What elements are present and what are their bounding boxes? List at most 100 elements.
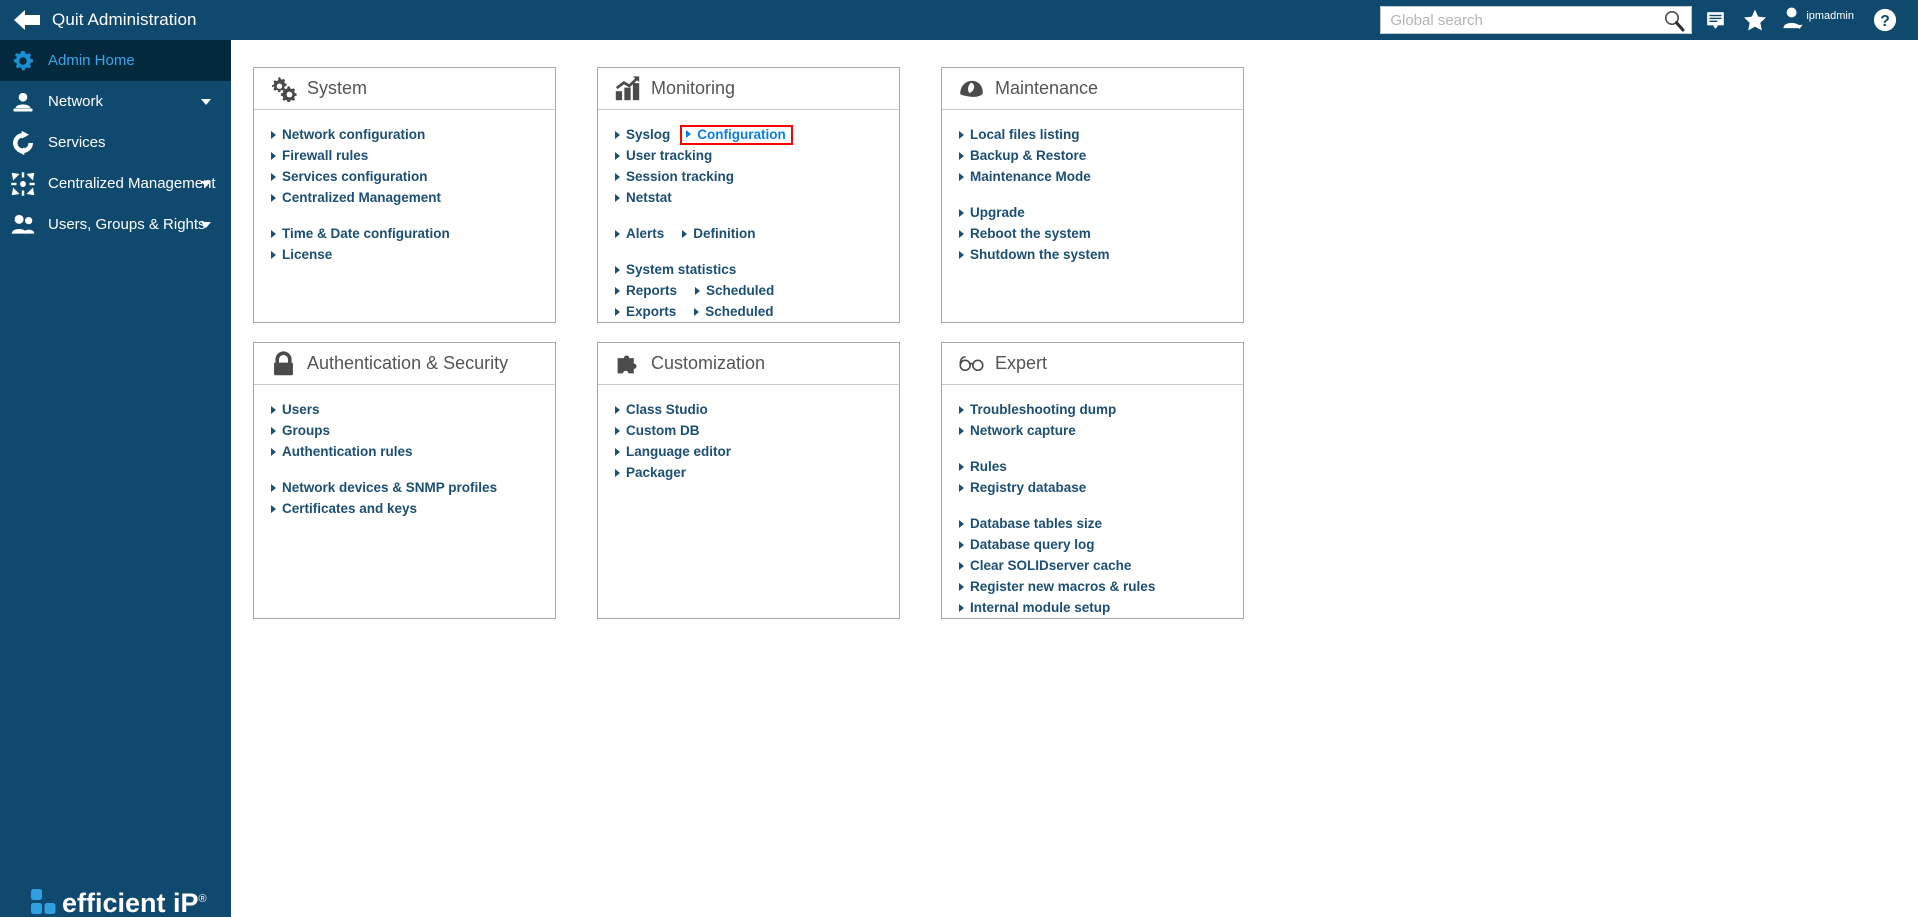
sidebar-item-centralized-management[interactable]: Centralized Management [0, 163, 231, 204]
link-exports-scheduled[interactable]: Scheduled [694, 304, 773, 319]
link-system-statistics[interactable]: System statistics [615, 262, 736, 277]
card-link-row: Groups [271, 420, 555, 441]
link-registry-database[interactable]: Registry database [959, 480, 1086, 495]
back-arrow-icon[interactable] [14, 9, 40, 31]
link-troubleshooting-dump[interactable]: Troubleshooting dump [959, 402, 1116, 417]
link-database-tables-size[interactable]: Database tables size [959, 516, 1102, 531]
sidebar-item-services[interactable]: Services [0, 122, 231, 163]
link-class-studio[interactable]: Class Studio [615, 402, 708, 417]
link-label: Class Studio [626, 402, 708, 417]
search-icon[interactable] [1663, 10, 1685, 32]
link-services-configuration[interactable]: Services configuration [271, 169, 428, 184]
arrow-right-icon [615, 427, 620, 435]
link-exports[interactable]: Exports [615, 304, 676, 319]
card-title: Expert [995, 353, 1047, 374]
link-authentication-rules[interactable]: Authentication rules [271, 444, 413, 459]
sidebar-item-users-groups-rights[interactable]: Users, Groups & Rights [0, 204, 231, 245]
link-shutdown-the-system[interactable]: Shutdown the system [959, 247, 1110, 262]
link-groups[interactable]: Groups [271, 423, 330, 438]
global-search-box[interactable] [1380, 6, 1692, 34]
card-link-row: Shutdown the system [959, 244, 1243, 265]
arrow-right-icon [271, 427, 276, 435]
arrow-right-icon [959, 173, 964, 181]
card-link-row: Users [271, 399, 555, 420]
link-centralized-management[interactable]: Centralized Management [271, 190, 441, 205]
notes-icon[interactable] [1698, 0, 1732, 40]
sidebar-item-admin-home[interactable]: Admin Home [0, 40, 231, 81]
link-license[interactable]: License [271, 247, 332, 262]
card-link-row: Language editor [615, 441, 899, 462]
link-session-tracking[interactable]: Session tracking [615, 169, 734, 184]
arrow-right-icon [959, 230, 964, 238]
link-users[interactable]: Users [271, 402, 320, 417]
sidebar-item-network[interactable]: Network [0, 81, 231, 122]
arrow-right-icon [694, 308, 699, 316]
link-backup-restore[interactable]: Backup & Restore [959, 148, 1086, 163]
card-link-row: Syslog Configuration [615, 124, 899, 145]
link-reports-scheduled[interactable]: Scheduled [695, 283, 774, 298]
arrow-right-icon [682, 230, 687, 238]
link-certificates-and-keys[interactable]: Certificates and keys [271, 501, 417, 516]
card-link-row: Centralized Management [271, 187, 555, 208]
link-upgrade[interactable]: Upgrade [959, 205, 1025, 220]
chevron-down-icon[interactable] [201, 99, 211, 105]
link-label: Database query log [970, 537, 1095, 552]
card-header: Authentication & Security [254, 343, 555, 385]
user-menu[interactable]: ipmadmin [1782, 0, 1854, 40]
card-link-row: Database tables size [959, 513, 1243, 534]
link-label: Certificates and keys [282, 501, 417, 516]
cards-row-1: System Network configuration Firewall ru… [253, 67, 1285, 323]
link-internal-module-setup[interactable]: Internal module setup [959, 600, 1110, 615]
link-label: Upgrade [970, 205, 1025, 220]
link-clear-solidserver-cache[interactable]: Clear SOLIDserver cache [959, 558, 1131, 573]
link-network-configuration[interactable]: Network configuration [271, 127, 425, 142]
favorites-star-icon[interactable] [1738, 0, 1772, 40]
link-language-editor[interactable]: Language editor [615, 444, 731, 459]
chevron-down-icon[interactable] [201, 222, 211, 228]
link-firewall-rules[interactable]: Firewall rules [271, 148, 368, 163]
link-local-files-listing[interactable]: Local files listing [959, 127, 1080, 142]
card-link-row: Alerts Definition [615, 223, 899, 244]
link-maintenance-mode[interactable]: Maintenance Mode [959, 169, 1091, 184]
chevron-down-icon[interactable] [201, 181, 211, 187]
link-label: Database tables size [970, 516, 1102, 531]
services-refresh-icon [6, 126, 40, 160]
group-separator [615, 208, 899, 223]
link-user-tracking[interactable]: User tracking [615, 148, 712, 163]
link-time-date-configuration[interactable]: Time & Date configuration [271, 226, 450, 241]
arrow-right-icon [959, 427, 964, 435]
link-label: Services configuration [282, 169, 428, 184]
link-rules[interactable]: Rules [959, 459, 1007, 474]
link-database-query-log[interactable]: Database query log [959, 537, 1095, 552]
search-input[interactable] [1381, 7, 1691, 33]
arrow-right-icon [271, 251, 276, 259]
link-network-capture[interactable]: Network capture [959, 423, 1076, 438]
link-network-devices-snmp-profiles[interactable]: Network devices & SNMP profiles [271, 480, 497, 495]
link-label: Registry database [970, 480, 1086, 495]
help-icon[interactable]: ? [1868, 0, 1902, 40]
link-netstat[interactable]: Netstat [615, 190, 672, 205]
card-link-row: Register new macros & rules [959, 576, 1243, 597]
card-header: Monitoring [598, 68, 899, 110]
link-label: Troubleshooting dump [970, 402, 1116, 417]
link-reports[interactable]: Reports [615, 283, 677, 298]
card-link-row: Upgrade [959, 202, 1243, 223]
link-alerts[interactable]: Alerts [615, 226, 664, 241]
link-syslog-configuration[interactable]: Configuration [680, 125, 792, 145]
card-title: System [307, 78, 367, 99]
link-custom-db[interactable]: Custom DB [615, 423, 700, 438]
arrow-right-icon [959, 604, 964, 612]
link-alerts-definition[interactable]: Definition [682, 226, 755, 241]
user-icon [1782, 6, 1804, 35]
card-maintenance: Maintenance Local files listing Backup &… [941, 67, 1244, 323]
link-syslog[interactable]: Syslog [615, 127, 670, 142]
link-label: Network configuration [282, 127, 425, 142]
link-label: Clear SOLIDserver cache [970, 558, 1131, 573]
link-packager[interactable]: Packager [615, 465, 686, 480]
card-link-row: Class Studio [615, 399, 899, 420]
arrow-right-icon [615, 131, 620, 139]
card-link-row: Reports Scheduled [615, 280, 899, 301]
link-reboot-the-system[interactable]: Reboot the system [959, 226, 1091, 241]
card-expert: Expert Troubleshooting dump Network capt… [941, 342, 1244, 619]
link-register-new-macros-rules[interactable]: Register new macros & rules [959, 579, 1155, 594]
